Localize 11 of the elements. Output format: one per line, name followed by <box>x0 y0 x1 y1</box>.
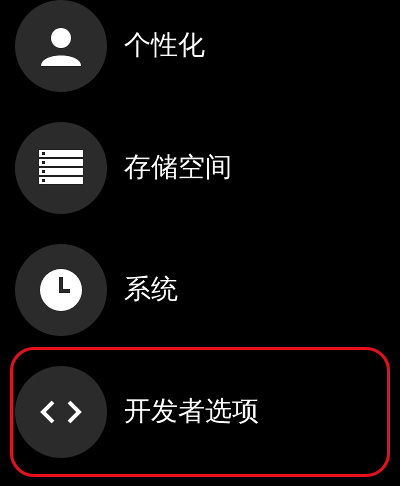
item-label: 开发者选项 <box>124 394 259 429</box>
settings-item[interactable]: 系统 <box>15 244 178 336</box>
storage-icon <box>39 150 83 186</box>
settings-item[interactable]: 存储空间 <box>15 122 232 214</box>
code-icon <box>39 399 83 425</box>
settings-item[interactable]: 个性化 <box>15 0 205 92</box>
item-label: 存储空间 <box>124 150 232 185</box>
clock-icon <box>39 268 83 312</box>
item-label: 个性化 <box>124 28 205 63</box>
item-label: 系统 <box>124 272 178 307</box>
settings-item[interactable]: 开发者选项 <box>15 366 259 458</box>
